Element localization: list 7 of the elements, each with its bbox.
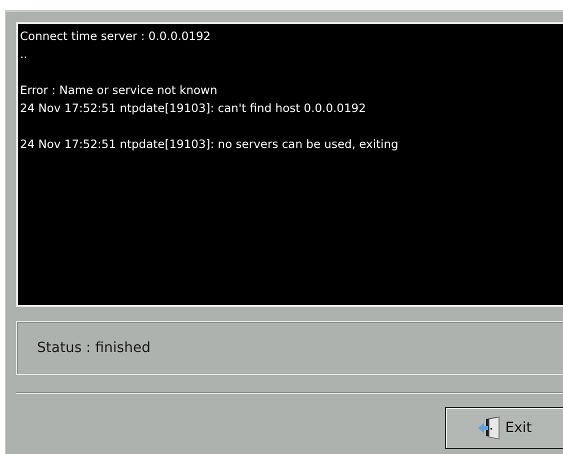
log-line: 24 Nov 17:52:51 ntpdate[19103]: can't find host 0.0.0.0192	[20, 100, 367, 117]
log-line: ..	[20, 46, 28, 63]
exit-button[interactable]: Exit	[445, 407, 563, 449]
status-text: Status : finished	[37, 340, 150, 356]
log-line: Error : Name or service not known	[20, 82, 218, 99]
log-line: Connect time server : 0.0.0.0192	[20, 28, 212, 45]
log-line: 24 Nov 17:52:51 ntpdate[19103]: no servers can be used, exiting	[20, 136, 400, 153]
